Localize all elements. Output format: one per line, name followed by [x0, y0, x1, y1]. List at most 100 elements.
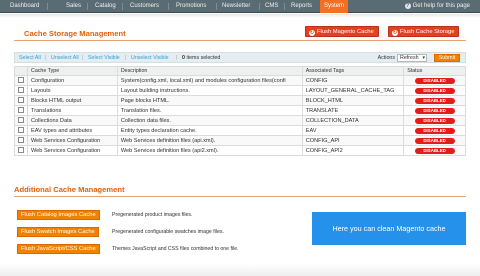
table-row[interactable]: Layouts Layout building instructions. LAYO… [14, 85, 466, 96]
row-checkbox[interactable] [18, 117, 24, 124]
selected-count: 0 items selected [182, 55, 220, 61]
grid-body: Configuration System(config.xml, local.xm… [14, 75, 466, 156]
status-cell: DISABLED [403, 125, 466, 136]
top-navigation: Dashboard Sales Catalog Customers Promot… [0, 0, 480, 13]
row-checkbox-cell [14, 145, 28, 156]
status-badge: DISABLED [414, 127, 455, 134]
table-row[interactable]: Web Services Configuration Web Services d… [14, 145, 466, 156]
table-row[interactable]: Configuration System(config.xml, local.xm… [14, 75, 466, 86]
nav-catalog[interactable]: Catalog [91, 0, 120, 13]
status-cell: DISABLED [403, 75, 466, 86]
status-badge: DISABLED [414, 137, 455, 144]
additional-divider [14, 196, 466, 197]
row-checkbox[interactable] [18, 137, 24, 144]
flush-js-css-button[interactable]: Flush JavaScript/CSS Cache [17, 244, 100, 254]
row-checkbox-cell [14, 85, 28, 96]
swatch-images-description: Pregenerated configurable swatches image… [112, 229, 224, 235]
description-cell: System(config.xml, local.xml) and module… [116, 75, 303, 86]
tags-cell: EAV [301, 125, 405, 136]
flush-storage-label: Flush Cache Storage [400, 29, 455, 35]
refresh-icon: ↻ [392, 30, 398, 36]
unselect-all-link[interactable]: Unselect All [51, 55, 79, 61]
row-checkbox-cell [14, 135, 28, 146]
flush-cache-storage-button[interactable]: ↻ Flush Cache Storage [388, 26, 460, 37]
tags-cell: CONFIG_API [301, 135, 405, 146]
submit-button[interactable]: Submit [434, 54, 460, 62]
status-badge: DISABLED [414, 77, 455, 84]
column-description[interactable]: Description [116, 66, 303, 76]
status-cell: DISABLED [403, 145, 466, 156]
js-css-description: Themes JavaScript and CSS files combined… [112, 246, 239, 252]
page-title: Cache Storage Management [24, 29, 126, 38]
select-all-link[interactable]: Select All [19, 55, 41, 61]
footer-strip [0, 264, 480, 276]
status-badge: DISABLED [414, 97, 455, 104]
row-checkbox[interactable] [18, 107, 24, 114]
nav-reports[interactable]: Reports [287, 0, 316, 13]
tags-cell: CONFIG_API2 [301, 145, 405, 156]
select-visible-link[interactable]: Select Visible [88, 55, 120, 61]
row-checkbox[interactable] [18, 127, 24, 134]
row-checkbox-cell [14, 105, 28, 116]
row-checkbox[interactable] [18, 77, 24, 84]
flush-magento-cache-button[interactable]: ↻ Flush Magento Cache [305, 26, 379, 37]
tags-cell: LAYOUT_GENERAL_CACHE_TAG [301, 85, 405, 96]
nav-dashboard[interactable]: Dashboard [6, 0, 43, 13]
nav-newsletter[interactable]: Newsletter [218, 0, 254, 13]
table-row[interactable]: Blocks HTML output Page blocks HTML. BLOCK… [14, 95, 466, 106]
row-checkbox-cell [14, 75, 28, 86]
flush-catalog-images-button[interactable]: Flush Catalog Images Cache [17, 210, 100, 220]
chevron-down-icon: ▾ [422, 55, 425, 61]
column-associated-tags[interactable]: Associated Tags [301, 66, 405, 76]
table-row[interactable]: EAV types and attributes Entity types dec… [14, 125, 466, 136]
refresh-icon: ↻ [309, 30, 315, 36]
table-row[interactable]: Collections Data Collection data files. CO… [14, 115, 466, 126]
additional-cache-title: Additional Cache Management [14, 185, 125, 194]
cache-type-cell: Web Services Configuration [27, 145, 118, 156]
row-checkbox[interactable] [18, 87, 24, 94]
row-checkbox[interactable] [18, 147, 24, 154]
unselect-visible-link[interactable]: Unselect Visible [131, 55, 169, 61]
row-checkbox-cell [14, 115, 28, 126]
header-checkbox-cell [14, 66, 28, 76]
status-cell: DISABLED [403, 115, 466, 126]
massaction-bar: Select All | Unselect All | Select Visib… [14, 52, 466, 63]
promo-banner: Here you can clean Magento cache [312, 212, 466, 245]
row-checkbox[interactable] [18, 97, 24, 104]
status-badge: DISABLED [414, 147, 455, 154]
table-row[interactable]: Web Services Configuration Web Services d… [14, 135, 466, 146]
flush-swatch-images-button[interactable]: Flush Swatch Images Cache [17, 227, 99, 237]
nav-sales[interactable]: Sales [62, 0, 85, 13]
cache-type-cell: Blocks HTML output [27, 95, 118, 106]
flush-magento-label: Flush Magento Cache [317, 29, 374, 35]
status-badge: DISABLED [414, 117, 455, 124]
status-badge: DISABLED [414, 107, 455, 114]
cache-type-cell: EAV types and attributes [27, 125, 118, 136]
row-checkbox-cell [14, 95, 28, 106]
nav-cms[interactable]: CMS [261, 0, 282, 13]
description-cell: Web Services definition files (api.xml). [116, 135, 303, 146]
description-cell: Collection data files. [116, 115, 303, 126]
cache-type-cell: Layouts [27, 85, 118, 96]
tags-cell: CONFIG [301, 75, 405, 86]
nav-promotions[interactable]: Promotions [172, 0, 210, 13]
selected-count-suffix: items selected [186, 55, 221, 61]
help-link[interactable]: ? Get help for this page [404, 0, 470, 13]
status-cell: DISABLED [403, 135, 466, 146]
tags-cell: TRANSLATE [301, 105, 405, 116]
cache-type-cell: Web Services Configuration [27, 135, 118, 146]
actions-select[interactable]: Refresh ▾ [397, 54, 427, 62]
nav-system[interactable]: System [320, 0, 349, 13]
table-row[interactable]: Translations Translation files. TRANSLATE D… [14, 105, 466, 116]
grid-header-row: Cache Type Description Associated Tags S… [14, 66, 466, 76]
description-cell: Page blocks HTML. [116, 95, 303, 106]
cache-type-cell: Configuration [27, 75, 118, 86]
catalog-images-description: Pregenerated product images files. [112, 212, 193, 218]
column-cache-type[interactable]: Cache Type [27, 66, 118, 76]
title-divider [14, 40, 466, 41]
status-cell: DISABLED [403, 85, 466, 96]
nav-customers[interactable]: Customers [126, 0, 163, 13]
cache-type-cell: Collections Data [27, 115, 118, 126]
header-shadow [0, 14, 480, 18]
column-status[interactable]: Status [403, 66, 466, 76]
